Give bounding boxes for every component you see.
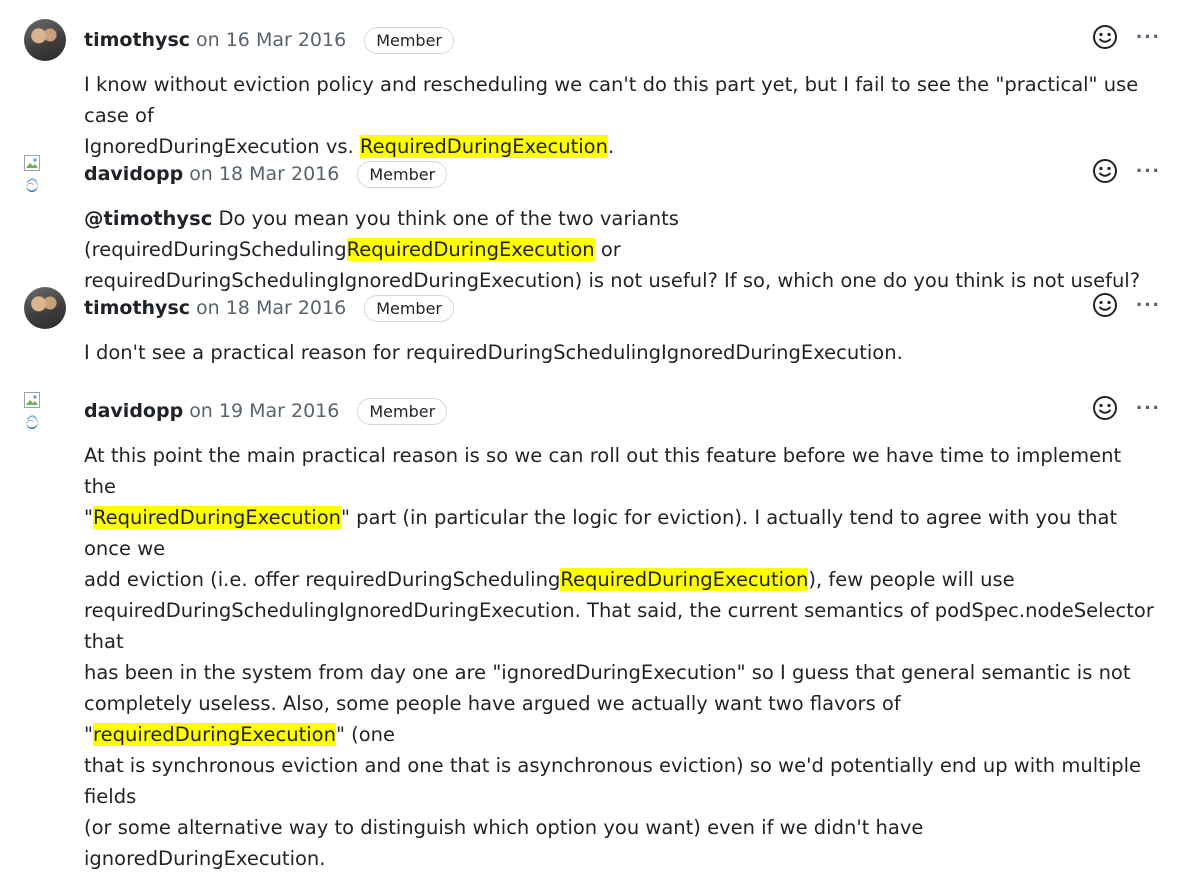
kebab-horizontal-icon[interactable]: ··· bbox=[1136, 26, 1161, 48]
broken-image-icon bbox=[24, 155, 40, 171]
body-line: I don't see a practical reason for requi… bbox=[84, 341, 903, 364]
body-line: (or some alternative way to distinguish … bbox=[84, 816, 924, 870]
comment-header: davidopp on 19 Mar 2016 Member bbox=[84, 396, 448, 426]
avatar-alt-text: ට් bbox=[26, 414, 39, 434]
timestamp-link[interactable]: on 18 Mar 2016 bbox=[196, 297, 346, 319]
body-line: requiredDuringSchedulingIgnoredDuringExe… bbox=[84, 599, 1154, 653]
comment-header: timothysc on 18 Mar 2016 Member bbox=[84, 293, 454, 323]
comment-actions: ··· bbox=[1092, 156, 1161, 186]
search-highlight: requiredDuringExecution bbox=[92, 723, 336, 746]
author-link[interactable]: davidopp bbox=[84, 163, 183, 185]
avatar[interactable] bbox=[24, 19, 66, 61]
comment-actions: ··· bbox=[1092, 22, 1161, 52]
kebab-horizontal-icon[interactable]: ··· bbox=[1136, 160, 1161, 182]
body-line: At this point the main practical reason … bbox=[84, 444, 1122, 498]
smiley-icon[interactable] bbox=[1092, 395, 1118, 421]
body-line: @timothysc Do you mean you think one of … bbox=[84, 207, 679, 261]
comment-body: @timothysc Do you mean you think one of … bbox=[84, 203, 1159, 296]
author-link[interactable]: timothysc bbox=[84, 29, 190, 51]
comment-body: I know without eviction policy and resch… bbox=[84, 69, 1159, 162]
search-highlight: RequiredDuringExecution bbox=[346, 238, 595, 261]
user-mention-link[interactable]: @timothysc bbox=[84, 207, 212, 230]
smiley-icon[interactable] bbox=[1092, 292, 1118, 318]
role-badge: Member bbox=[357, 397, 448, 425]
author-link[interactable]: timothysc bbox=[84, 297, 190, 319]
comment-body: At this point the main practical reason … bbox=[84, 440, 1159, 874]
comment-header: davidopp on 18 Mar 2016 Member bbox=[84, 159, 448, 189]
comment-actions: ··· bbox=[1092, 290, 1161, 320]
body-line: "RequiredDuringExecution" part (in parti… bbox=[84, 506, 1118, 560]
kebab-horizontal-icon[interactable]: ··· bbox=[1136, 397, 1161, 419]
smiley-icon[interactable] bbox=[1092, 158, 1118, 184]
body-line: I know without eviction policy and resch… bbox=[84, 73, 1139, 127]
body-line: requiredDuringSchedulingIgnoredDuringExe… bbox=[84, 269, 1141, 292]
avatar[interactable]: ට් bbox=[24, 155, 66, 197]
body-line: add eviction (i.e. offer requiredDuringS… bbox=[84, 568, 1015, 591]
timestamp-link[interactable]: on 19 Mar 2016 bbox=[189, 400, 339, 422]
timestamp-link[interactable]: on 18 Mar 2016 bbox=[189, 163, 339, 185]
search-highlight: RequiredDuringExecution bbox=[359, 135, 608, 158]
smiley-icon[interactable] bbox=[1092, 24, 1118, 50]
author-link[interactable]: davidopp bbox=[84, 400, 183, 422]
role-badge: Member bbox=[357, 160, 448, 188]
avatar[interactable] bbox=[24, 287, 66, 329]
timestamp-link[interactable]: on 16 Mar 2016 bbox=[196, 29, 346, 51]
body-line: completely useless. Also, some people ha… bbox=[84, 692, 901, 746]
comment-actions: ··· bbox=[1092, 393, 1161, 423]
search-highlight: RequiredDuringExecution bbox=[92, 506, 342, 529]
role-badge: Member bbox=[364, 26, 454, 54]
search-highlight: RequiredDuringExecution bbox=[560, 568, 809, 591]
kebab-horizontal-icon[interactable]: ··· bbox=[1136, 294, 1161, 316]
avatar[interactable]: ට් bbox=[24, 392, 66, 434]
body-line: has been in the system from day one are … bbox=[84, 661, 1131, 684]
body-line: IgnoredDuringExecution vs. RequiredDurin… bbox=[84, 135, 615, 158]
comment-header: timothysc on 16 Mar 2016 Member bbox=[84, 25, 454, 55]
comment-body: I don't see a practical reason for requi… bbox=[84, 337, 1159, 368]
broken-image-icon bbox=[24, 392, 40, 408]
role-badge: Member bbox=[364, 294, 454, 322]
avatar-alt-text: ට් bbox=[26, 177, 39, 197]
body-line: that is synchronous eviction and one tha… bbox=[84, 754, 1141, 808]
